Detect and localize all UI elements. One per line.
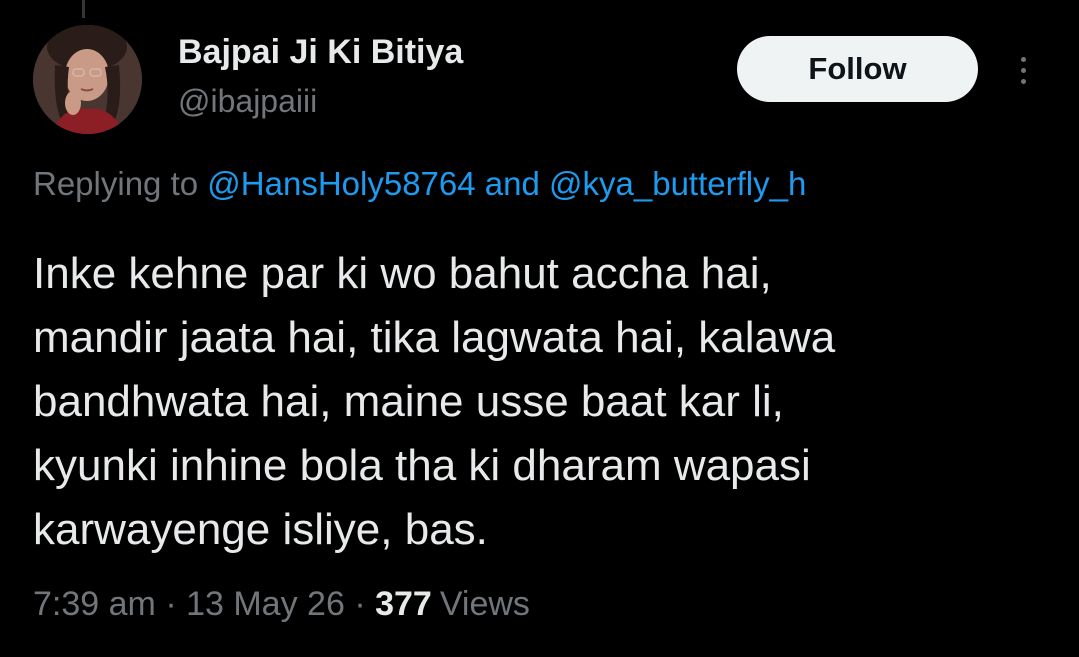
- mention-link[interactable]: @HansHoly58764: [207, 165, 475, 202]
- profile-photo-icon: [33, 25, 142, 134]
- tweet-text-line: mandir jaata hai, tika lagwata hai, kala…: [33, 313, 836, 362]
- author-handle[interactable]: @ibajpaiii: [178, 83, 317, 120]
- more-dot: [1020, 67, 1026, 73]
- tweet-text-line: bandhwata hai, maine usse baat kar li,: [33, 377, 784, 426]
- tweet-meta: 7:39 am · 13 May 26 · 377 Views: [33, 585, 530, 624]
- mention-link[interactable]: @kya_butterfly_h: [549, 165, 806, 202]
- tweet-text-line: Inke kehne par ki wo bahut accha hai,: [33, 249, 772, 298]
- tweet-date[interactable]: 13 May 26: [186, 585, 345, 623]
- tweet-text-line: karwayenge isliye, bas.: [33, 505, 488, 554]
- follow-button[interactable]: Follow: [737, 36, 978, 102]
- more-vertical-icon[interactable]: [1008, 50, 1038, 90]
- views-count[interactable]: 377: [375, 585, 432, 623]
- views-label[interactable]: Views: [440, 585, 530, 623]
- tweet-time[interactable]: 7:39 am: [33, 585, 156, 623]
- meta-separator: ·: [165, 585, 177, 623]
- thread-connector-line: [82, 0, 85, 18]
- mention-joiner[interactable]: and: [485, 165, 540, 202]
- more-dot: [1020, 78, 1026, 84]
- reply-context: Replying to @HansHoly58764 and @kya_butt…: [33, 165, 806, 203]
- tweet-text-line: kyunki inhine bola tha ki dharam wapasi: [33, 441, 811, 490]
- tweet-text: Inke kehne par ki wo bahut accha hai, ma…: [33, 242, 1043, 562]
- more-dot: [1020, 56, 1026, 62]
- reply-prefix: Replying to: [33, 165, 199, 202]
- meta-separator: ·: [354, 585, 366, 623]
- author-name[interactable]: Bajpai Ji Ki Bitiya: [178, 33, 463, 72]
- author-avatar[interactable]: [33, 25, 142, 134]
